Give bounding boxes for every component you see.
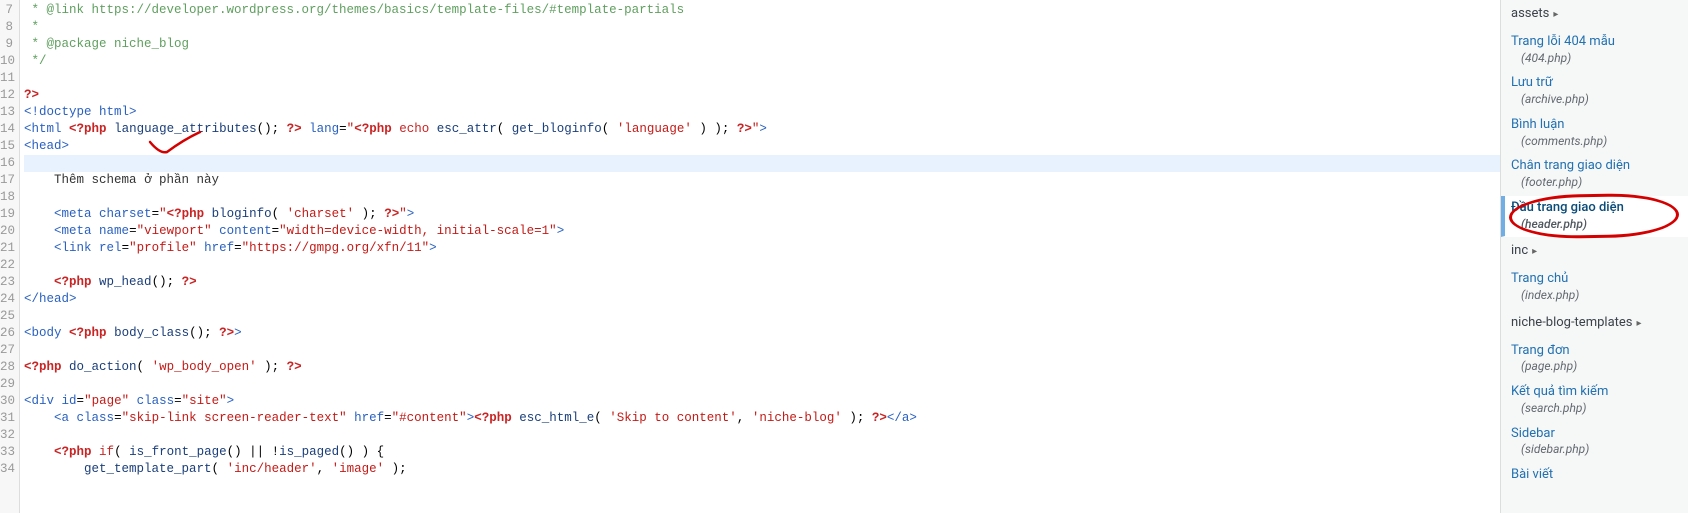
sidebar-item-label: Kết quả tìm kiếm xyxy=(1511,384,1608,399)
code-line[interactable]: get_template_part( 'inc/header', 'image'… xyxy=(24,461,1500,478)
sidebar-item-filename: (page.php) xyxy=(1511,359,1678,375)
sidebar-item-label: niche-blog-templates xyxy=(1511,315,1633,330)
sidebar-item-label: inc xyxy=(1511,243,1528,258)
line-number: 22 xyxy=(0,257,15,274)
sidebar-item-label: Bài viết xyxy=(1511,467,1553,482)
code-line[interactable]: <head> xyxy=(24,138,1500,155)
sidebar-item-label: Đầu trang giao diện xyxy=(1511,200,1624,215)
line-number: 10 xyxy=(0,53,15,70)
code-line[interactable]: <body <?php body_class(); ?>> xyxy=(24,325,1500,342)
line-number: 9 xyxy=(0,36,15,53)
code-line[interactable]: * xyxy=(24,19,1500,36)
code-line[interactable]: <?php if( is_front_page() || !is_paged()… xyxy=(24,444,1500,461)
code-line[interactable] xyxy=(24,155,1500,172)
code-line[interactable] xyxy=(24,70,1500,87)
chevron-right-icon: ▸ xyxy=(1532,245,1537,258)
sidebar-item-filename: (footer.php) xyxy=(1511,175,1678,191)
code-line[interactable]: * @link https://developer.wordpress.org/… xyxy=(24,2,1500,19)
line-number: 26 xyxy=(0,325,15,342)
line-number: 28 xyxy=(0,359,15,376)
code-line[interactable]: <?php do_action( 'wp_body_open' ); ?> xyxy=(24,359,1500,376)
sidebar-file[interactable]: Lưu trữ (archive.php) xyxy=(1501,71,1688,112)
code-line[interactable] xyxy=(24,376,1500,393)
code-line[interactable]: */ xyxy=(24,53,1500,70)
line-number: 30 xyxy=(0,393,15,410)
line-number: 33 xyxy=(0,444,15,461)
code-line[interactable]: * @package niche_blog xyxy=(24,36,1500,53)
sidebar-item-filename: (sidebar.php) xyxy=(1511,442,1678,458)
line-number-gutter: 7891011121314151617181920212223242526272… xyxy=(0,0,20,513)
code-line[interactable]: <a class="skip-link screen-reader-text" … xyxy=(24,410,1500,427)
sidebar-item-filename: (header.php) xyxy=(1511,217,1678,233)
code-content[interactable]: * @link https://developer.wordpress.org/… xyxy=(20,0,1500,513)
line-number: 27 xyxy=(0,342,15,359)
code-line[interactable]: <meta charset="<?php bloginfo( 'charset'… xyxy=(24,206,1500,223)
line-number: 11 xyxy=(0,70,15,87)
line-number: 12 xyxy=(0,87,15,104)
sidebar-folder[interactable]: assets ▸ xyxy=(1501,0,1688,30)
sidebar-file[interactable]: Chân trang giao diện (footer.php) xyxy=(1501,154,1688,195)
chevron-right-icon: ▸ xyxy=(1553,8,1558,21)
chevron-right-icon: ▸ xyxy=(1637,317,1642,330)
code-line[interactable] xyxy=(24,308,1500,325)
line-number: 34 xyxy=(0,461,15,478)
line-number: 17 xyxy=(0,172,15,189)
code-editor[interactable]: 7891011121314151617181920212223242526272… xyxy=(0,0,1500,513)
code-line[interactable]: ?> xyxy=(24,87,1500,104)
sidebar-folder[interactable]: inc ▸ xyxy=(1501,237,1688,267)
code-line[interactable]: Thêm schema ở phần này xyxy=(24,172,1500,189)
sidebar-item-label: Bình luận xyxy=(1511,117,1564,132)
sidebar-item-label: Trang đơn xyxy=(1511,343,1570,358)
sidebar-item-filename: (index.php) xyxy=(1511,288,1678,304)
line-number: 29 xyxy=(0,376,15,393)
sidebar-item-label: Lưu trữ xyxy=(1511,75,1553,90)
code-line[interactable] xyxy=(24,427,1500,444)
sidebar-item-filename: (404.php) xyxy=(1511,51,1678,67)
line-number: 32 xyxy=(0,427,15,444)
line-number: 31 xyxy=(0,410,15,427)
sidebar-item-label: Sidebar xyxy=(1511,426,1555,441)
line-number: 13 xyxy=(0,104,15,121)
sidebar-file[interactable]: Sidebar(sidebar.php) xyxy=(1501,422,1688,463)
line-number: 24 xyxy=(0,291,15,308)
line-number: 8 xyxy=(0,19,15,36)
sidebar-file[interactable]: Bình luận (comments.php) xyxy=(1501,113,1688,154)
sidebar-file[interactable]: Trang lỗi 404 mẫu (404.php) xyxy=(1501,30,1688,71)
line-number: 7 xyxy=(0,2,15,19)
sidebar-item-label: assets xyxy=(1511,6,1549,21)
sidebar-item-filename: (archive.php) xyxy=(1511,92,1678,108)
sidebar-file[interactable]: Đầu trang giao diện (header.php) xyxy=(1501,196,1688,237)
line-number: 21 xyxy=(0,240,15,257)
sidebar-item-label: Trang lỗi 404 mẫu xyxy=(1511,34,1615,49)
code-line[interactable]: <meta name="viewport" content="width=dev… xyxy=(24,223,1500,240)
line-number: 19 xyxy=(0,206,15,223)
code-line[interactable]: <link rel="profile" href="https://gmpg.o… xyxy=(24,240,1500,257)
sidebar-item-filename: (comments.php) xyxy=(1511,134,1678,150)
sidebar-file[interactable]: Kết quả tìm kiếm (search.php) xyxy=(1501,380,1688,421)
code-line[interactable]: <html <?php language_attributes(); ?> la… xyxy=(24,121,1500,138)
line-number: 20 xyxy=(0,223,15,240)
theme-files-sidebar[interactable]: assets ▸ Trang lỗi 404 mẫu (404.php) Lưu trữ… xyxy=(1500,0,1688,513)
sidebar-file[interactable]: Trang chủ (index.php) xyxy=(1501,267,1688,308)
line-number: 23 xyxy=(0,274,15,291)
sidebar-item-label: Chân trang giao diện xyxy=(1511,158,1630,173)
code-line[interactable] xyxy=(24,257,1500,274)
code-line[interactable]: <!doctype html> xyxy=(24,104,1500,121)
line-number: 15 xyxy=(0,138,15,155)
code-line[interactable]: <?php wp_head(); ?> xyxy=(24,274,1500,291)
line-number: 25 xyxy=(0,308,15,325)
sidebar-folder[interactable]: niche-blog-templates ▸ xyxy=(1501,309,1688,339)
sidebar-file[interactable]: Bài viết xyxy=(1501,463,1688,489)
line-number: 14 xyxy=(0,121,15,138)
sidebar-file[interactable]: Trang đơn(page.php) xyxy=(1501,339,1688,380)
line-number: 18 xyxy=(0,189,15,206)
code-line[interactable] xyxy=(24,189,1500,206)
code-line[interactable]: </head> xyxy=(24,291,1500,308)
code-line[interactable] xyxy=(24,342,1500,359)
sidebar-item-filename: (search.php) xyxy=(1511,401,1678,417)
line-number: 16 xyxy=(0,155,15,172)
code-line[interactable]: <div id="page" class="site"> xyxy=(24,393,1500,410)
sidebar-item-label: Trang chủ xyxy=(1511,271,1568,286)
